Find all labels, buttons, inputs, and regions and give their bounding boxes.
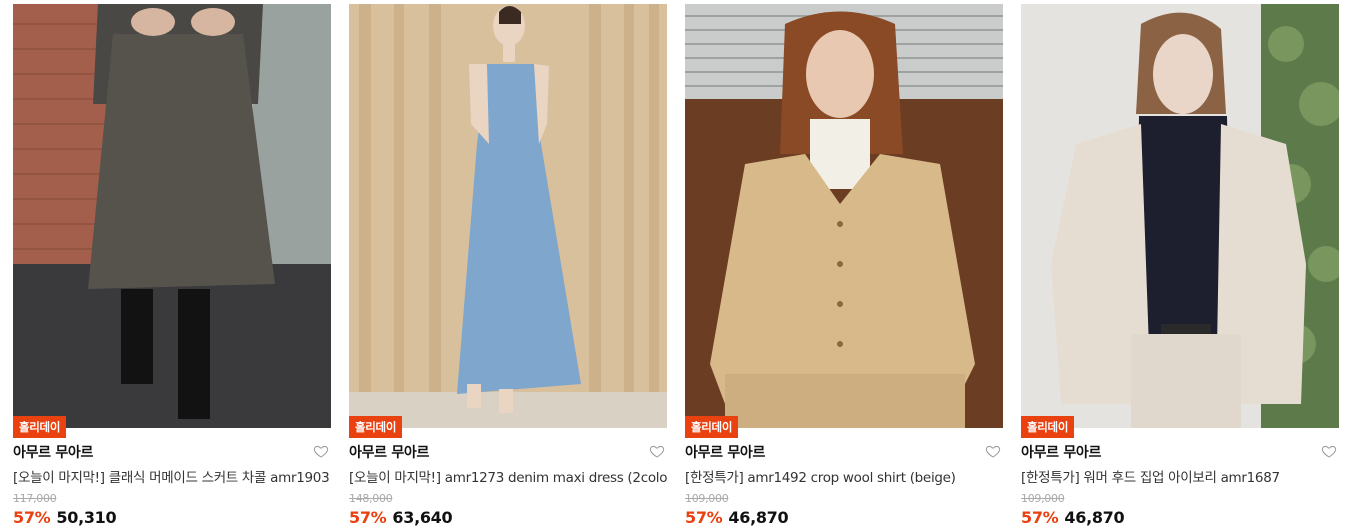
sale-price: 50,310 bbox=[56, 508, 117, 527]
product-card[interactable]: 홀리데이 아무르 무아르 [한정특가] 워머 후드 집업 아이보리 amr168… bbox=[1021, 0, 1339, 532]
original-price: 148,000 bbox=[349, 492, 393, 505]
product-photo-skirt bbox=[13, 4, 331, 428]
product-photo-denim-dress bbox=[349, 4, 667, 428]
sale-price: 46,870 bbox=[728, 508, 789, 527]
original-price: 117,000 bbox=[13, 492, 57, 505]
discount-rate: 57% bbox=[349, 508, 387, 527]
product-image[interactable] bbox=[13, 4, 331, 428]
product-photo-hood-zipup bbox=[1021, 4, 1339, 428]
discount-rate: 57% bbox=[1021, 508, 1059, 527]
product-photo-wool-shirt bbox=[685, 4, 1003, 428]
promo-badge: 홀리데이 bbox=[685, 416, 739, 438]
original-price: 109,000 bbox=[1021, 492, 1065, 505]
product-grid: 홀리데이 아무르 무아르 [오늘이 마지막!] 클래식 머메이드 스커트 차콜 … bbox=[0, 0, 1346, 532]
product-card[interactable]: 홀리데이 아무르 무아르 [오늘이 마지막!] amr1273 denim ma… bbox=[349, 0, 667, 532]
promo-badge: 홀리데이 bbox=[13, 416, 67, 438]
product-title[interactable]: [오늘이 마지막!] amr1273 denim maxi dress (2co… bbox=[349, 466, 667, 486]
product-card[interactable]: 홀리데이 아무르 무아르 [오늘이 마지막!] 클래식 머메이드 스커트 차콜 … bbox=[13, 0, 331, 532]
product-image[interactable] bbox=[1021, 4, 1339, 428]
product-image[interactable] bbox=[685, 4, 1003, 428]
product-title[interactable]: [한정특가] 워머 후드 집업 아이보리 amr1687 bbox=[1021, 466, 1339, 486]
promo-badge: 홀리데이 bbox=[1021, 416, 1075, 438]
brand-name[interactable]: 아무르 무아르 bbox=[1021, 442, 1101, 462]
sale-price: 46,870 bbox=[1064, 508, 1125, 527]
brand-name[interactable]: 아무르 무아르 bbox=[349, 442, 429, 462]
sale-price: 63,640 bbox=[392, 508, 453, 527]
price-row: 57% 50,310 bbox=[13, 508, 117, 527]
product-card[interactable]: 홀리데이 아무르 무아르 [한정특가] amr1492 crop wool sh… bbox=[685, 0, 1003, 532]
brand-name[interactable]: 아무르 무아르 bbox=[13, 442, 93, 462]
discount-rate: 57% bbox=[685, 508, 723, 527]
price-row: 57% 63,640 bbox=[349, 508, 453, 527]
heart-outline-icon[interactable] bbox=[1321, 443, 1337, 459]
product-title[interactable]: [한정특가] amr1492 crop wool shirt (beige) bbox=[685, 466, 1003, 486]
discount-rate: 57% bbox=[13, 508, 51, 527]
promo-badge: 홀리데이 bbox=[349, 416, 403, 438]
product-image[interactable] bbox=[349, 4, 667, 428]
heart-outline-icon[interactable] bbox=[649, 443, 665, 459]
price-row: 57% 46,870 bbox=[685, 508, 789, 527]
heart-outline-icon[interactable] bbox=[313, 443, 329, 459]
brand-name[interactable]: 아무르 무아르 bbox=[685, 442, 765, 462]
heart-outline-icon[interactable] bbox=[985, 443, 1001, 459]
product-title[interactable]: [오늘이 마지막!] 클래식 머메이드 스커트 차콜 amr1903 bbox=[13, 466, 331, 486]
price-row: 57% 46,870 bbox=[1021, 508, 1125, 527]
original-price: 109,000 bbox=[685, 492, 729, 505]
